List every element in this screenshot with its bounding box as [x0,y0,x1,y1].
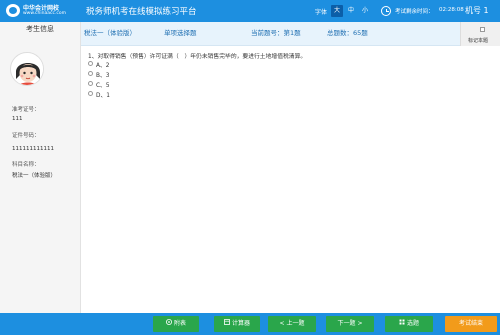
id-number-value: 111111111111 [12,146,54,152]
avatar-icon [11,53,43,85]
current-question-number: 当前题号：第1题 [251,29,301,37]
chinaacc-logo: 中华会计网校 www.chinaacc.com [6,3,78,19]
ticket-number-value: 111 [12,116,23,122]
attached-table-label: 附表 [173,320,186,327]
question-type: 单项选择题 [164,29,197,37]
subject-name: 税法一（体验版） [84,29,136,37]
id-number-label: 证件号码： [12,133,40,139]
select-question-label: 选题 [406,320,419,327]
candidate-avatar [10,52,44,86]
prev-question-button[interactable]: < 上一题 [268,316,316,332]
candidate-info-title: 考生信息 [0,22,80,36]
font-size-medium-button[interactable]: 中 [345,5,357,17]
ticket-number-label: 准考证号： [12,107,40,113]
radio-button[interactable] [88,71,93,76]
option-label: A、2 [96,63,110,69]
subject-name-value: 税法一（体验版） [12,173,57,179]
logo-url: www.chinaacc.com [23,11,66,16]
candidate-info-sidebar: 考生信息 准考证号： 111 证件号码： 111111111111 科目名称： … [0,22,81,335]
option-label: C、5 [96,83,110,89]
next-question-button[interactable]: 下一题 > [326,316,374,332]
logo-icon [6,4,20,17]
font-size-small-button[interactable]: 小 [359,5,371,17]
clock-icon [381,6,391,16]
question-text: 1、对取得销售（预售）许可证满（ ）年仍未销售完毕的，要进行土地增值税清算。 [88,54,307,60]
table-icon [165,316,172,332]
attached-table-button[interactable]: 附表 [153,316,199,332]
machine-number: 机号 1 [465,6,489,15]
subject-name-label: 科目名称： [12,162,40,168]
end-exam-button[interactable]: 考试结束 [445,316,497,332]
top-header-bar: 中华会计网校 www.chinaacc.com 税务师机考在线模拟练习平台 字体… [0,0,500,22]
grid-icon [399,316,405,332]
mark-question-label: 标记本题 [468,38,489,44]
total-question-count: 总题数：65题 [327,29,368,37]
radio-button[interactable] [88,61,93,66]
timer-label: 考试剩余时间： [395,9,434,15]
radio-button[interactable] [88,81,93,86]
question-info-bar: 税法一（体验版） 单项选择题 当前题号：第1题 总题数：65题 [81,22,500,46]
calculator-button[interactable]: 计算器 [214,316,260,332]
option-label: B、3 [96,73,110,79]
radio-button[interactable] [88,91,93,96]
platform-title: 税务师机考在线模拟练习平台 [86,7,197,17]
mark-question-checkbox[interactable] [480,27,485,32]
calculator-icon [224,316,230,332]
calculator-label: 计算器 [231,320,250,327]
option-label: D、1 [96,93,110,99]
bottom-toolbar: 附表 计算器 < 上一题 下一题 > 选题 考试结束 [0,313,500,335]
font-size-label: 字体 [315,9,328,16]
timer-value: 02:28:08 [439,7,464,13]
select-question-button[interactable]: 选题 [385,316,433,332]
font-size-large-button[interactable]: 大 [331,5,343,17]
mark-question-toggle[interactable]: 标记本题 [460,22,500,46]
